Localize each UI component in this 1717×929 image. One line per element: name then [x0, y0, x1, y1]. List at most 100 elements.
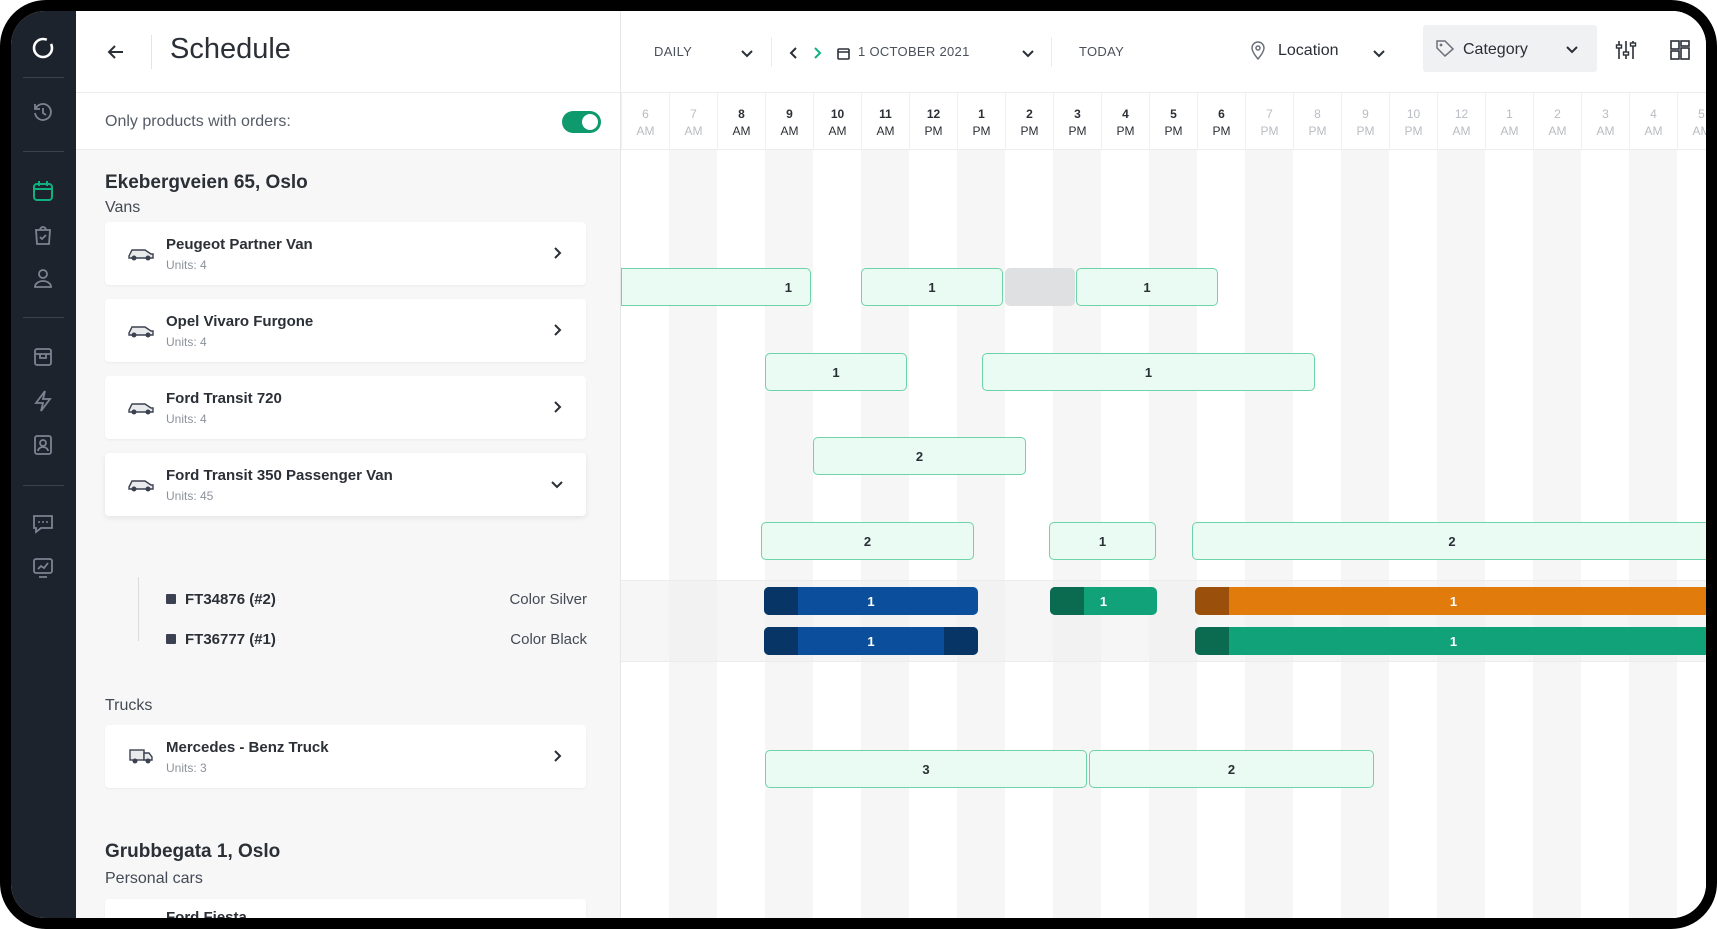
unit-item[interactable]: FT36777 (#1)	[166, 631, 276, 648]
date-picker[interactable]: 1 OCTOBER 2021	[858, 44, 970, 59]
unit-marker-icon	[166, 634, 176, 644]
user-icon[interactable]	[26, 261, 60, 295]
lightning-icon[interactable]	[26, 384, 60, 418]
hour-period: PM	[972, 124, 991, 138]
unit-booking-bar[interactable]: 1	[764, 587, 978, 615]
orders-filter-toggle[interactable]	[562, 111, 601, 133]
orders-bag-icon[interactable]	[26, 218, 60, 252]
hour-number: 1	[1506, 107, 1513, 121]
blocked-period[interactable]	[1005, 268, 1075, 306]
booking-bar[interactable]: 1	[621, 268, 811, 306]
category-select[interactable]: Category	[1423, 25, 1597, 72]
product-name: Mercedes - Benz Truck	[166, 739, 329, 756]
hour-label: 5 PM	[1149, 93, 1197, 150]
calendar-icon[interactable]	[26, 174, 60, 208]
product-card[interactable]: Ford Transit 720 Units: 4	[105, 376, 586, 439]
prev-day-icon[interactable]	[788, 46, 800, 60]
chevron-right-icon[interactable]	[550, 246, 564, 260]
chevron-right-icon[interactable]	[550, 400, 564, 414]
product-card[interactable]: Peugeot Partner Van Units: 4	[105, 222, 586, 285]
unit-booking-bar[interactable]: 1	[1195, 627, 1706, 655]
category-label: Trucks	[105, 697, 153, 714]
hour-period: PM	[1164, 124, 1183, 138]
product-units: Units: 3	[166, 761, 207, 775]
chevron-down-icon[interactable]	[1021, 46, 1035, 60]
product-card[interactable]: Opel Vivaro Furgone Units: 4	[105, 299, 586, 362]
chevron-down-icon[interactable]	[740, 46, 754, 60]
booking-bar[interactable]: 1	[1049, 522, 1156, 560]
sidebar-divider	[23, 317, 64, 318]
hour-period: PM	[1020, 124, 1039, 138]
hour-number: 12	[1454, 107, 1469, 121]
booking-bar[interactable]: 2	[761, 522, 974, 560]
product-card[interactable]: Mercedes - Benz Truck Units: 3	[105, 725, 586, 788]
hour-period: PM	[1212, 124, 1231, 138]
hour-label: 7 AM	[669, 93, 717, 150]
layout-grid-icon[interactable]	[1668, 38, 1692, 62]
booking-bar[interactable]: 2	[813, 437, 1026, 475]
booking-bar[interactable]: 1	[765, 353, 907, 391]
hour-number: 7	[690, 107, 697, 121]
next-day-icon[interactable]	[811, 46, 823, 60]
booking-bar[interactable]: 1	[1076, 268, 1218, 306]
view-select[interactable]: DAILY	[654, 44, 692, 59]
chevron-down-icon[interactable]	[1372, 46, 1386, 60]
booking-bar[interactable]: 1	[861, 268, 1003, 306]
unit-booking-bar[interactable]: 1	[1195, 587, 1706, 615]
history-icon[interactable]	[26, 95, 60, 129]
location-pin-icon	[1251, 41, 1265, 61]
booking-bar[interactable]: 2	[1192, 522, 1706, 560]
booking-bar[interactable]: 2	[1089, 750, 1374, 788]
chat-icon[interactable]	[26, 507, 60, 541]
unit-item[interactable]: FT34876 (#2)	[166, 591, 276, 608]
hour-period: PM	[924, 124, 943, 138]
chevron-right-icon[interactable]	[550, 749, 564, 763]
hour-number: 9	[1362, 107, 1369, 121]
product-panel: Schedule Only products with orders: Ekeb…	[76, 11, 621, 918]
hour-period: AM	[1452, 124, 1471, 138]
hour-number: 8	[738, 107, 745, 121]
unit-booking-bar[interactable]: 1	[1050, 587, 1157, 615]
hour-period: PM	[1308, 124, 1327, 138]
analytics-icon[interactable]	[26, 551, 60, 585]
hour-label: 10 AM	[813, 93, 861, 150]
booking-count: 1	[1449, 593, 1458, 609]
hour-label: 11 AM	[861, 93, 909, 150]
today-button[interactable]: TODAY	[1079, 44, 1124, 59]
hour-number: 6	[1218, 107, 1225, 121]
booking-bar[interactable]: 1	[982, 353, 1315, 391]
hour-number: 3	[1602, 107, 1609, 121]
hour-number: 8	[1314, 107, 1321, 121]
hour-period: PM	[1068, 124, 1087, 138]
chevron-down-icon[interactable]	[550, 477, 564, 491]
location-select[interactable]: Location	[1278, 42, 1339, 60]
back-arrow-icon[interactable]	[105, 41, 127, 63]
chevron-right-icon[interactable]	[550, 323, 564, 337]
store-icon[interactable]	[26, 340, 60, 374]
product-name: Opel Vivaro Furgone	[166, 313, 314, 330]
product-card[interactable]: Ford Fiesta	[105, 899, 586, 918]
van-icon	[128, 249, 154, 261]
hour-number: 4	[1650, 107, 1657, 121]
hour-number: 9	[786, 107, 793, 121]
hour-number: 10	[1406, 107, 1421, 121]
sidebar	[11, 11, 76, 918]
hour-number: 3	[1074, 107, 1081, 121]
app-logo-icon[interactable]	[26, 31, 60, 65]
filter-sliders-icon[interactable]	[1614, 38, 1638, 62]
hour-label: 6 AM	[621, 93, 669, 150]
product-card-expanded[interactable]: Ford Transit 350 Passenger Van Units: 45	[105, 453, 586, 516]
schedule-timeline: DAILY 1 OCTOBER 2021 TODAY Location Cate…	[621, 11, 1706, 918]
unit-color: Color Silver	[509, 591, 587, 608]
unit-booking-bar[interactable]: 1	[764, 627, 978, 655]
hour-period: AM	[1548, 124, 1567, 138]
truck-icon	[129, 749, 153, 764]
hour-period: AM	[636, 124, 655, 138]
product-units: Units: 4	[166, 335, 207, 349]
contact-card-icon[interactable]	[26, 428, 60, 462]
hour-period: AM	[876, 124, 895, 138]
booking-count: 2	[1227, 761, 1236, 777]
booking-count: 1	[784, 279, 792, 295]
booking-bar[interactable]: 3	[765, 750, 1087, 788]
header-divider	[151, 35, 152, 69]
